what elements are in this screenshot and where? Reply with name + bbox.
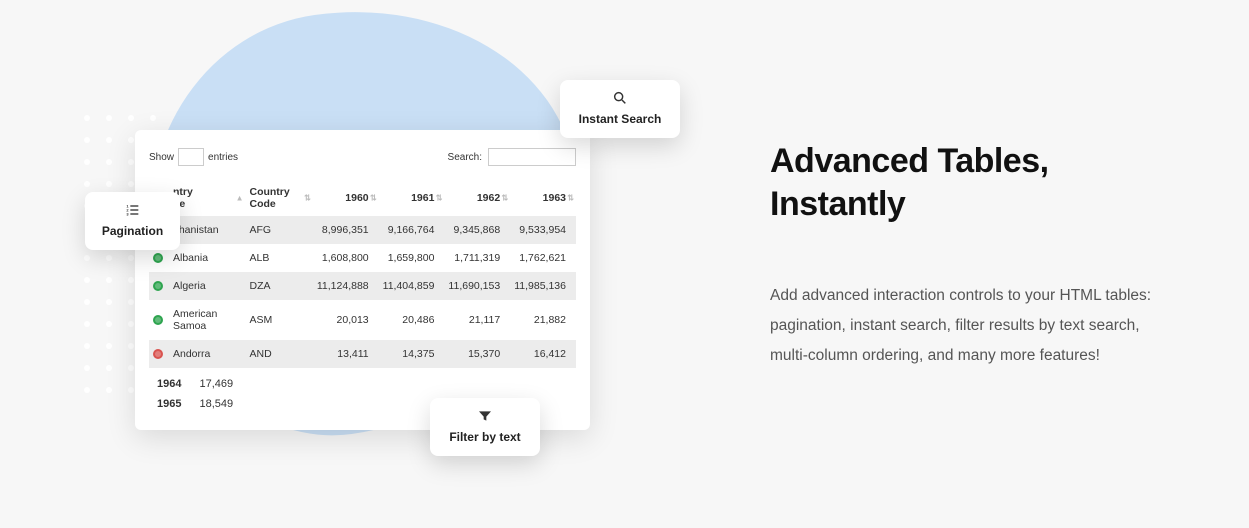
- extra-value: 17,469: [199, 378, 233, 390]
- description: Add advanced interaction controls to you…: [770, 281, 1170, 372]
- cell-value: 16,412: [510, 340, 576, 368]
- sort-icon: ⇅: [436, 194, 443, 203]
- cell-country: Algeria: [169, 272, 245, 300]
- cell-country: Albania: [169, 244, 245, 272]
- cell-code: ASM: [245, 300, 312, 340]
- headline: Advanced Tables, Instantly: [770, 140, 1170, 225]
- decorative-dots: [84, 255, 134, 393]
- cell-value: 21,117: [444, 300, 510, 340]
- copy-block: Advanced Tables, Instantly Add advanced …: [770, 140, 1170, 372]
- cell-value: 1,711,319: [444, 244, 510, 272]
- status-dot-icon: [153, 253, 163, 263]
- extra-year: 1964: [157, 378, 181, 390]
- sort-icon: ⇅: [304, 194, 311, 203]
- status-dot-icon: [153, 281, 163, 291]
- cell-value: 1,762,621: [510, 244, 576, 272]
- extra-value: 18,549: [199, 398, 233, 410]
- chip-label: Instant Search: [579, 112, 662, 126]
- extra-row: 1964 17,469: [149, 374, 576, 394]
- chip-label: Pagination: [102, 224, 163, 238]
- table-row[interactable]: American SamoaASM20,01320,48621,11721,88…: [149, 300, 576, 340]
- col-1961[interactable]: 1961 ⇅: [379, 180, 445, 216]
- show-label: Show: [149, 152, 174, 163]
- table-row[interactable]: ghanistanAFG8,996,3519,166,7649,345,8689…: [149, 216, 576, 244]
- cell-value: 9,533,954: [510, 216, 576, 244]
- sort-icon: ⇅: [502, 194, 509, 203]
- chip-filter: Filter by text: [430, 398, 540, 456]
- cell-country: Andorra: [169, 340, 245, 368]
- chip-instant-search: Instant Search: [560, 80, 680, 138]
- search-input[interactable]: [488, 148, 576, 166]
- svg-text:3: 3: [126, 211, 129, 216]
- chip-label: Filter by text: [449, 430, 520, 444]
- cell-value: 15,370: [444, 340, 510, 368]
- table-row[interactable]: AndorraAND13,41114,37515,37016,412: [149, 340, 576, 368]
- cell-country: American Samoa: [169, 300, 245, 340]
- cell-value: 11,690,153: [444, 272, 510, 300]
- cell-code: ALB: [245, 244, 312, 272]
- table-card: Show entries Search: ntry ne ▲: [135, 130, 590, 430]
- col-1962[interactable]: 1962 ⇅: [444, 180, 510, 216]
- cell-value: 13,411: [313, 340, 379, 368]
- cell-value: 9,345,868: [444, 216, 510, 244]
- cell-value: 20,486: [379, 300, 445, 340]
- sort-icon: ⇅: [567, 194, 574, 203]
- status-dot-icon: [153, 315, 163, 325]
- col-country-code[interactable]: Country Code ⇅: [245, 180, 312, 216]
- cell-value: 14,375: [379, 340, 445, 368]
- entries-input[interactable]: [178, 148, 204, 166]
- extra-year: 1965: [157, 398, 181, 410]
- filter-icon: [477, 408, 493, 424]
- col-1960[interactable]: 1960 ⇅: [313, 180, 379, 216]
- cell-value: 8,996,351: [313, 216, 379, 244]
- search-label: Search:: [448, 152, 482, 163]
- entries-label: entries: [208, 152, 238, 163]
- cell-value: 11,124,888: [313, 272, 379, 300]
- cell-code: AND: [245, 340, 312, 368]
- search-icon: [612, 90, 628, 106]
- cell-value: 21,882: [510, 300, 576, 340]
- table-row[interactable]: AlgeriaDZA11,124,88811,404,85911,690,153…: [149, 272, 576, 300]
- cell-code: AFG: [245, 216, 312, 244]
- cell-value: 1,608,800: [313, 244, 379, 272]
- cell-code: DZA: [245, 272, 312, 300]
- table-row[interactable]: AlbaniaALB1,608,8001,659,8001,711,3191,7…: [149, 244, 576, 272]
- sort-asc-icon: ▲: [236, 194, 244, 203]
- cell-value: 11,985,136: [510, 272, 576, 300]
- cell-value: 1,659,800: [379, 244, 445, 272]
- cell-value: 9,166,764: [379, 216, 445, 244]
- col-country-name[interactable]: ntry ne ▲: [169, 180, 245, 216]
- cell-value: 11,404,859: [379, 272, 445, 300]
- chip-pagination: 123 Pagination: [85, 192, 180, 250]
- data-table: ntry ne ▲ Country Code ⇅ 1960 ⇅ 1961 ⇅: [149, 180, 576, 368]
- entries-selector: Show entries: [149, 148, 238, 166]
- cell-country: ghanistan: [169, 216, 245, 244]
- status-dot-icon: [153, 349, 163, 359]
- list-icon: 123: [125, 202, 141, 218]
- col-1963[interactable]: 1963 ⇅: [510, 180, 576, 216]
- cell-value: 20,013: [313, 300, 379, 340]
- sort-icon: ⇅: [370, 194, 377, 203]
